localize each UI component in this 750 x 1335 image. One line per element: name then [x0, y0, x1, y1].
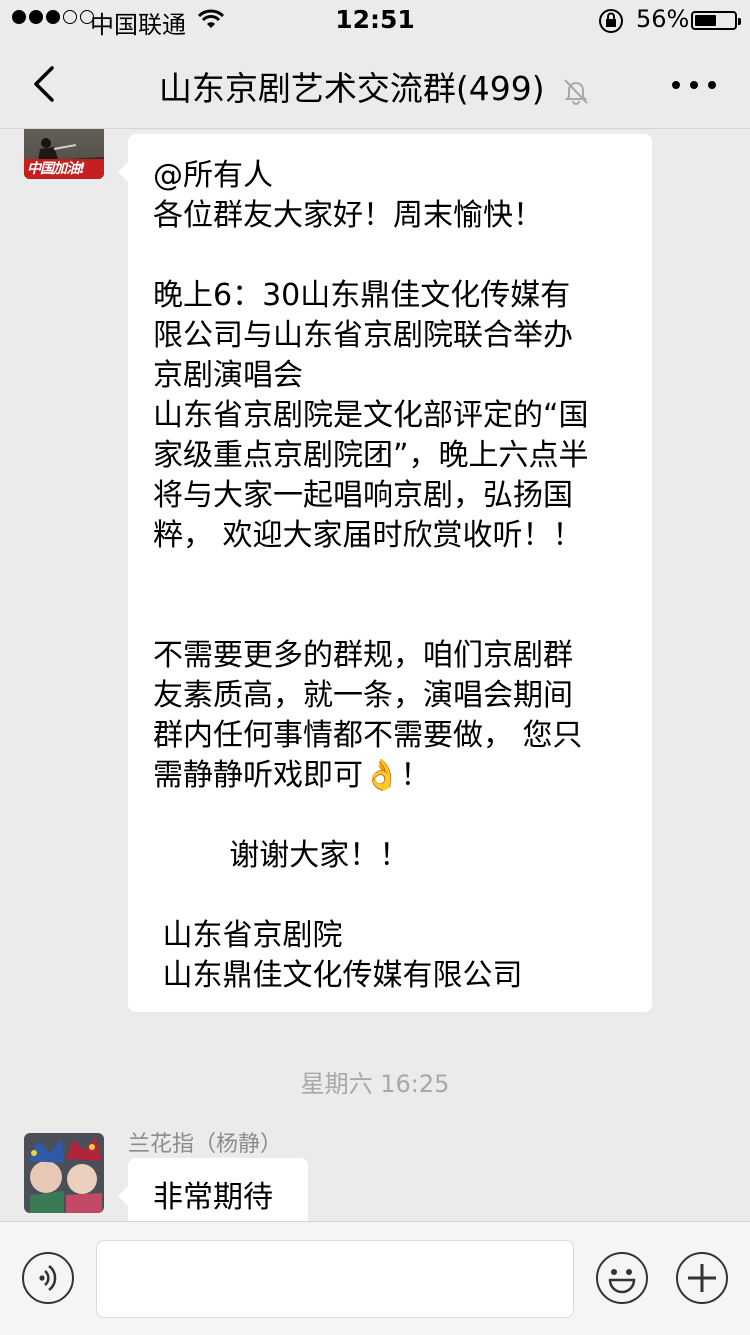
message-line: 山东省京剧院	[153, 918, 343, 953]
message-line	[153, 796, 589, 836]
message-line	[153, 876, 589, 916]
battery-icon	[691, 11, 741, 30]
input-bar	[0, 1221, 750, 1335]
status-bar: 中国联通 12:51 56%	[0, 0, 750, 40]
message-line: 山东省京剧院是文化部评定的“国	[153, 398, 589, 433]
message-line	[153, 556, 589, 596]
message-line: 需静静听戏即可👌！	[153, 758, 431, 793]
rotation-lock-icon	[599, 9, 623, 33]
message-line: 将与大家一起唱响京剧，弘扬国	[153, 478, 573, 513]
timestamp-separator: 星期六 16:25	[300, 1070, 450, 1098]
message-line: @所有人	[153, 158, 273, 193]
avatar[interactable]	[24, 1133, 104, 1213]
avatar-badge-text: 中国加油!	[27, 161, 85, 177]
bell-mute-icon	[564, 78, 588, 105]
message-line: 谢谢大家！！	[153, 838, 410, 873]
message-line: 粹， 欢迎大家届时欣赏收听！！	[153, 518, 583, 553]
message-line: 各位群友大家好！周末愉快！	[153, 198, 543, 233]
message-bubble[interactable]: @所有人各位群友大家好！周末愉快！ 晚上6：30山东鼎佳文化传媒有 限公司与山东省京…	[118, 134, 652, 1012]
chat-title: 山东京剧艺术交流群(499)	[158, 69, 545, 108]
message-input[interactable]	[96, 1240, 574, 1318]
message-line: 家级重点京剧院团”，晚上六点半	[153, 438, 589, 473]
message-line	[153, 236, 589, 276]
message-line: 群内任何事情都不需要做， 您只	[153, 718, 583, 753]
message-line: 京剧演唱会	[153, 358, 303, 393]
more-dots-icon[interactable]	[672, 76, 716, 92]
voice-icon[interactable]	[22, 1252, 74, 1304]
avatar[interactable]: 中国加油!	[24, 129, 104, 179]
plus-icon[interactable]	[676, 1252, 728, 1304]
message-line: 友素质高，就一条，演唱会期间	[153, 678, 573, 713]
sender-name: 兰花指（杨静）	[128, 1132, 283, 1157]
message-line: 非常期待	[153, 1180, 273, 1215]
avatar-photo	[24, 1133, 104, 1213]
chat-title-row: 山东京剧艺术交流群(499)	[0, 62, 750, 110]
message-list[interactable]: 中国加油! @所有人各位群友大家好！周末愉快！ 晚上6：30山东鼎佳文化传媒有 限公…	[0, 129, 750, 1221]
message-text: 非常期待	[153, 1178, 273, 1218]
message-line: 限公司与山东省京剧院联合举办	[153, 318, 573, 353]
battery-percentage: 56%	[636, 5, 690, 33]
message-line: 山东鼎佳文化传媒有限公司	[153, 958, 523, 993]
message-line: 晚上6：30山东鼎佳文化传媒有	[153, 278, 571, 313]
chat-header: 山东京剧艺术交流群(499)	[0, 40, 750, 129]
emoji-icon[interactable]	[596, 1252, 648, 1304]
message-line	[153, 596, 589, 636]
message-line: 不需要更多的群规，咱们京剧群	[153, 638, 573, 673]
message-bubble[interactable]: 非常期待	[118, 1158, 308, 1221]
message-text: @所有人各位群友大家好！周末愉快！ 晚上6：30山东鼎佳文化传媒有 限公司与山东省京…	[153, 156, 589, 996]
